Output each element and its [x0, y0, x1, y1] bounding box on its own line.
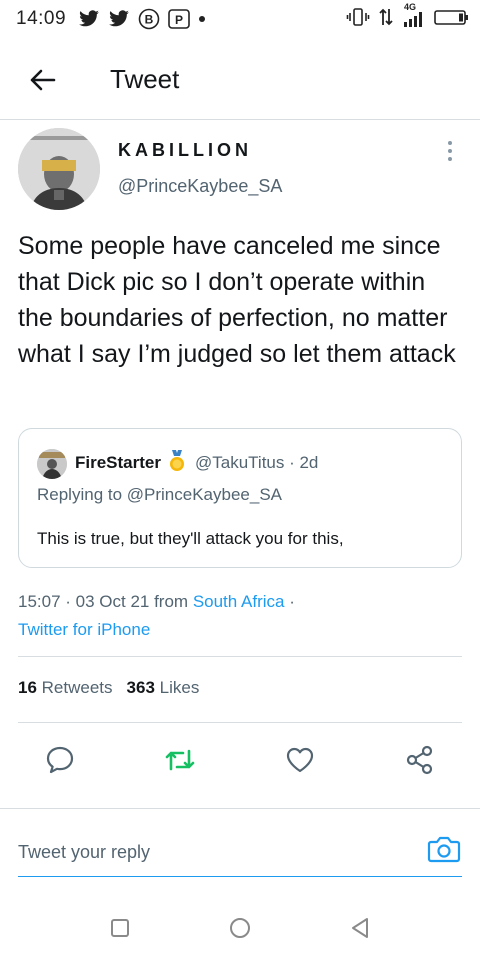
retweet-icon — [165, 749, 195, 771]
likes-label: Likes — [159, 678, 200, 697]
quoted-handle: @TakuTitus · 2d — [195, 453, 319, 472]
system-nav-bar — [0, 896, 480, 960]
system-back-button[interactable] — [344, 912, 376, 944]
reply-input[interactable] — [18, 836, 418, 868]
speech-bubble-icon — [46, 746, 74, 774]
tweet-meta: 15:07 · 03 Oct 21 from South Africa · Tw… — [18, 588, 462, 644]
svg-text:P: P — [175, 13, 183, 27]
share-button[interactable] — [400, 740, 440, 780]
client-link[interactable]: Twitter for iPhone — [18, 620, 150, 639]
circle-icon — [230, 918, 250, 938]
more-dot — [448, 149, 452, 153]
tweet-text: Some people have canceled me since that … — [18, 232, 456, 368]
back-arrow-icon — [30, 69, 56, 91]
twitter-notification-icon — [108, 10, 130, 28]
quoted-tweet[interactable]: FireStarter @TakuTitus · 2d Replying to … — [18, 428, 462, 568]
more-dot — [448, 157, 452, 161]
medal-icon — [167, 449, 187, 473]
action-bar — [0, 740, 480, 780]
reply-underline — [18, 876, 462, 877]
b-app-icon: B — [138, 8, 160, 30]
twitter-notification-icon — [78, 10, 100, 28]
header: Tweet — [0, 38, 480, 120]
more-dot — [448, 141, 452, 145]
reply-button[interactable] — [40, 740, 80, 780]
quoted-avatar — [37, 449, 67, 479]
retweet-button[interactable] — [160, 740, 200, 780]
square-icon — [111, 919, 129, 937]
likes-stat[interactable]: 363 Likes — [127, 678, 200, 697]
quoted-text: This is true, but they'll attack you for… — [37, 529, 344, 548]
author-handle[interactable]: @PrinceKaybee_SA — [118, 176, 282, 197]
home-button[interactable] — [224, 912, 256, 944]
battery-icon — [434, 7, 470, 32]
divider — [18, 656, 462, 657]
heart-icon — [286, 747, 314, 773]
author-name[interactable]: KABILLION — [118, 140, 252, 161]
app-notification-icon: P — [168, 9, 190, 29]
recent-apps-button[interactable] — [104, 912, 136, 944]
back-button[interactable] — [26, 64, 58, 96]
svg-text:B: B — [145, 13, 154, 27]
data-transfer-icon — [378, 7, 394, 32]
divider — [18, 722, 462, 723]
vibrate-icon — [346, 7, 370, 32]
quoted-name: FireStarter — [75, 453, 161, 472]
camera-button[interactable] — [426, 832, 462, 866]
likes-count: 363 — [126, 678, 155, 697]
tweet-timestamp: 15:07 · 03 Oct 21 from — [18, 592, 193, 611]
tweet-stats: 16 Retweets 363 Likes — [18, 678, 199, 698]
status-bar: 14:09 B P 4G — [0, 0, 480, 38]
meta-separator: · — [284, 592, 295, 611]
retweets-label: Retweets — [41, 678, 113, 697]
triangle-back-icon — [352, 918, 368, 938]
dot-icon — [198, 15, 206, 23]
retweets-stat[interactable]: 16 Retweets — [18, 678, 113, 697]
signal-icon: 4G — [402, 2, 426, 30]
retweets-count: 16 — [18, 678, 37, 697]
status-right: 4G — [346, 2, 470, 32]
like-button[interactable] — [280, 740, 320, 780]
share-icon — [406, 745, 433, 775]
page-title: Tweet — [110, 64, 180, 94]
camera-icon — [427, 836, 461, 863]
divider — [0, 808, 480, 809]
status-time: 14:09 — [16, 8, 67, 29]
network-type: 4G — [404, 2, 417, 12]
quoted-replying-to: Replying to @PrinceKaybee_SA — [37, 485, 283, 504]
author-avatar[interactable] — [18, 128, 100, 210]
more-options-button[interactable] — [440, 136, 460, 166]
location-link[interactable]: South Africa — [193, 592, 285, 611]
